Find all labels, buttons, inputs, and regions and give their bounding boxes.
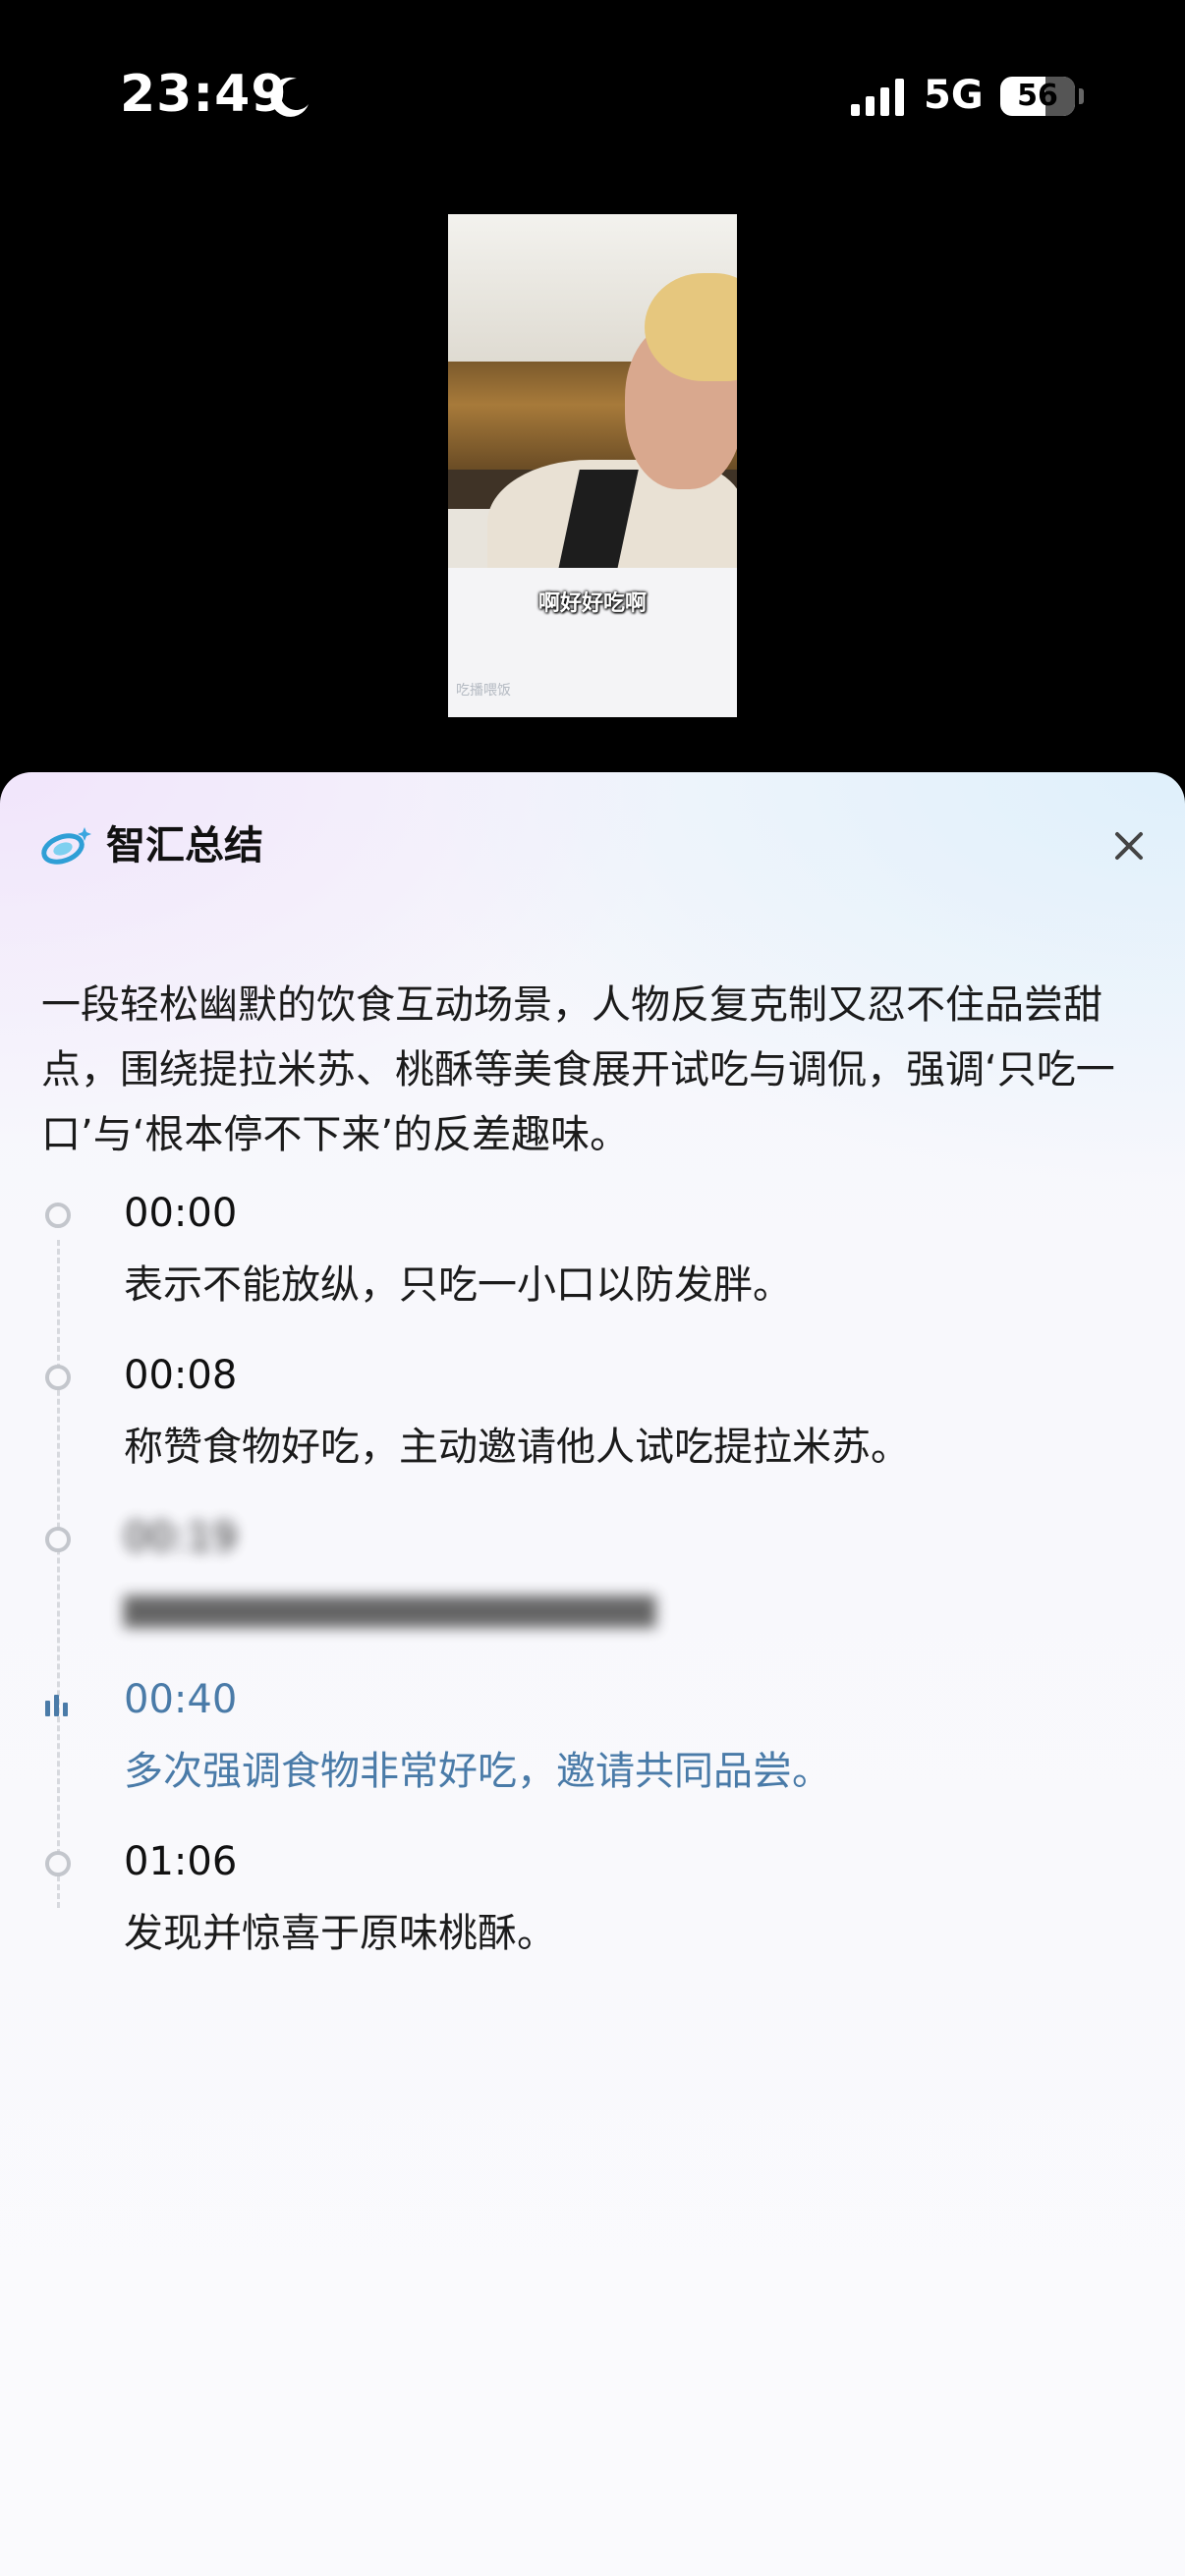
battery-level: 56 [1017, 79, 1058, 113]
signal-icon [851, 79, 904, 116]
summary-sheet: 智汇总结 一段轻松幽默的饮食互动场景，人物反复克制又忍不住品尝甜点，围绕提拉米苏… [0, 772, 1185, 2576]
playing-icon [45, 1693, 73, 1716]
status-time: 23:49 [120, 65, 288, 124]
ai-summary-logo-icon [41, 827, 91, 865]
timeline-dot-icon [45, 1203, 71, 1228]
timeline-text: 发现并惊喜于原味桃酥。 [124, 1911, 556, 1956]
summary-text: 一段轻松幽默的饮食互动场景，人物反复克制又忍不住品尝甜点，围绕提拉米苏、桃酥等美… [41, 982, 1115, 1157]
timeline-time[interactable]: 00:00 [124, 1189, 237, 1238]
timeline-time[interactable]: 00:08 [124, 1351, 237, 1400]
timeline-dot-icon [45, 1527, 71, 1552]
moon-icon [270, 77, 309, 117]
timeline-dot-icon [45, 1851, 71, 1876]
timeline-time[interactable]: 00:40 [124, 1675, 237, 1724]
video-player[interactable]: 啊好好吃啊 吃播喂饭 [448, 214, 737, 717]
timeline-text: ▇▇▇▇▇▇▇▇▇▇▇▇▇▇▇▇▇▇▇▇▇▇ [124, 1591, 656, 1628]
timeline-dot-icon [45, 1365, 71, 1390]
timeline-time[interactable]: 01:06 [124, 1837, 237, 1886]
video-watermark: 吃播喂饭 [456, 683, 511, 699]
sheet-title: 智汇总结 [106, 823, 263, 868]
video-subtitle: 啊好好吃啊 [537, 591, 647, 616]
timeline-line [57, 1240, 60, 1908]
close-icon[interactable] [1106, 823, 1152, 868]
timeline-text: 表示不能放纵，只吃一小口以防发胖。 [124, 1262, 792, 1308]
timeline-text: 多次强调食物非常好吃，邀请共同品尝。 [124, 1749, 831, 1794]
network-type: 5G [924, 73, 984, 118]
battery-tip [1079, 88, 1084, 104]
status-bar: 23:49 5G 56 [0, 0, 1185, 196]
battery-icon: 56 [1000, 77, 1075, 116]
timeline-time[interactable]: 00:19 [124, 1513, 237, 1562]
timeline-text: 称赞食物好吃，主动邀请他人试吃提拉米苏。 [124, 1425, 910, 1470]
